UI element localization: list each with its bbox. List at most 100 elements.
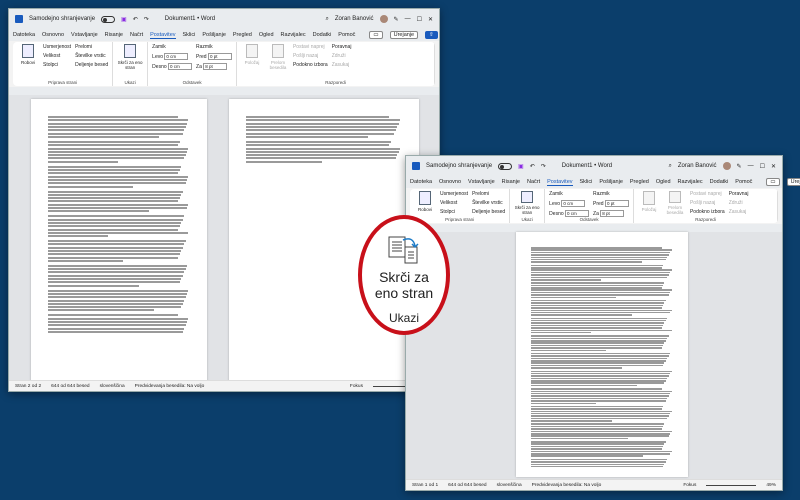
indent-right-input[interactable]: 0 cm xyxy=(168,63,193,70)
zoom-level[interactable]: 49% xyxy=(766,483,776,488)
word-count[interactable]: 644 od 644 besed xyxy=(448,483,486,488)
tab-12[interactable]: Pomoč xyxy=(338,32,355,39)
spacing-before-input[interactable]: 0 pt xyxy=(207,53,232,60)
share-button[interactable]: ⇧ xyxy=(425,31,438,39)
tab-9[interactable]: Ogled xyxy=(259,32,274,39)
spacing-after-input[interactable]: 8 pt xyxy=(203,63,228,70)
tab-7[interactable]: Pošiljanje xyxy=(599,179,623,186)
autosave-toggle[interactable] xyxy=(498,162,513,170)
close-button[interactable]: ✕ xyxy=(771,163,776,170)
hyphenation-button[interactable]: Deljenje besed xyxy=(472,209,505,215)
tab-11[interactable]: Dodatki xyxy=(710,179,729,186)
align-button[interactable]: Poravnaj xyxy=(729,191,749,197)
send-backward-button[interactable]: Pošlji nazaj xyxy=(690,200,725,206)
tab-4[interactable]: Načrt xyxy=(527,179,540,186)
position-button[interactable]: Položaj xyxy=(638,191,660,215)
undo-icon[interactable]: ↶ xyxy=(133,16,138,23)
indent-right-input[interactable]: 0 cm xyxy=(565,210,590,217)
spacing-after-input[interactable]: 8 pt xyxy=(600,210,625,217)
tab-3[interactable]: Risanje xyxy=(105,32,123,39)
breaks-button[interactable]: Prelomi xyxy=(472,191,505,197)
editing-button[interactable]: Urejanje xyxy=(786,178,800,186)
line-numbers-button[interactable]: Številke vrstic xyxy=(75,53,108,59)
selection-pane-button[interactable]: Podokno izbora xyxy=(293,62,328,68)
tab-6[interactable]: Sklici xyxy=(580,179,593,186)
word-count[interactable]: 644 od 644 besed xyxy=(51,384,89,389)
send-backward-button[interactable]: Pošlji nazaj xyxy=(293,53,328,59)
line-numbers-button[interactable]: Številke vrstic xyxy=(472,200,505,206)
group-button[interactable]: Združi xyxy=(332,53,352,59)
tab-2[interactable]: Vstavljanje xyxy=(468,179,495,186)
language[interactable]: slovenščina xyxy=(497,483,522,488)
page-count[interactable]: Stran 1 od 1 xyxy=(412,483,438,488)
search-icon[interactable]: ⌕ xyxy=(325,16,328,23)
tab-1[interactable]: Osnovno xyxy=(42,32,64,39)
bring-forward-button[interactable]: Postavi naprej xyxy=(293,44,328,50)
tab-8[interactable]: Pregled xyxy=(233,32,252,39)
editing-button[interactable]: Urejanje xyxy=(389,31,419,39)
position-button[interactable]: Položaj xyxy=(241,44,263,78)
tab-6[interactable]: Sklici xyxy=(183,32,196,39)
hyphenation-button[interactable]: Deljenje besed xyxy=(75,62,108,68)
orientation-button[interactable]: Usmerjenost xyxy=(43,44,71,50)
pen-icon[interactable]: ✎ xyxy=(394,16,399,23)
minimize-button[interactable]: — xyxy=(748,163,754,169)
comments-button[interactable]: ▭ xyxy=(766,178,780,186)
tab-12[interactable]: Pomoč xyxy=(735,179,752,186)
tab-4[interactable]: Načrt xyxy=(130,32,143,39)
language[interactable]: slovenščina xyxy=(100,384,125,389)
tab-10[interactable]: Razvijalec xyxy=(678,179,703,186)
size-button[interactable]: Velikost xyxy=(440,200,468,206)
breaks-button[interactable]: Prelomi xyxy=(75,44,108,50)
tab-8[interactable]: Pregled xyxy=(630,179,649,186)
tab-11[interactable]: Dodatki xyxy=(313,32,332,39)
close-button[interactable]: ✕ xyxy=(428,16,433,23)
columns-button[interactable]: Stolpci xyxy=(440,209,468,215)
zoom-slider[interactable] xyxy=(706,484,757,486)
avatar[interactable] xyxy=(722,162,731,170)
text-predictions[interactable]: Predvidevanja besedila: Na voljo xyxy=(532,483,602,488)
align-button[interactable]: Poravnaj xyxy=(332,44,352,50)
tab-5[interactable]: Postavitev xyxy=(547,179,573,186)
avatar[interactable] xyxy=(379,15,388,23)
tab-0[interactable]: Datoteka xyxy=(410,179,432,186)
tab-2[interactable]: Vstavljanje xyxy=(71,32,98,39)
redo-icon[interactable]: ↷ xyxy=(144,16,149,23)
margins-button[interactable]: Robovi xyxy=(414,191,436,215)
undo-icon[interactable]: ↶ xyxy=(530,163,535,170)
ruler[interactable] xyxy=(9,87,439,95)
wrap-text-button[interactable]: Prelom besedila xyxy=(664,191,686,215)
minimize-button[interactable]: — xyxy=(405,16,411,22)
orientation-button[interactable]: Usmerjenost xyxy=(440,191,468,197)
tab-10[interactable]: Razvijalec xyxy=(281,32,306,39)
bring-forward-button[interactable]: Postavi naprej xyxy=(690,191,725,197)
tab-9[interactable]: Ogled xyxy=(656,179,671,186)
tab-1[interactable]: Osnovno xyxy=(439,179,461,186)
focus-button[interactable]: Fokus xyxy=(683,483,696,488)
tab-5[interactable]: Postavitev xyxy=(150,32,176,39)
redo-icon[interactable]: ↷ xyxy=(541,163,546,170)
rotate-button[interactable]: Zasukaj xyxy=(729,209,749,215)
size-button[interactable]: Velikost xyxy=(43,53,71,59)
tab-3[interactable]: Risanje xyxy=(502,179,520,186)
margins-button[interactable]: Robovi xyxy=(17,44,39,78)
rotate-button[interactable]: Zasukaj xyxy=(332,62,352,68)
indent-left-input[interactable]: 0 cm xyxy=(164,53,189,60)
maximize-button[interactable]: ☐ xyxy=(760,163,765,170)
tab-0[interactable]: Datoteka xyxy=(13,32,35,39)
maximize-button[interactable]: ☐ xyxy=(417,16,422,23)
comments-button[interactable]: ▭ xyxy=(369,31,383,39)
group-button[interactable]: Združi xyxy=(729,200,749,206)
selection-pane-button[interactable]: Podokno izbora xyxy=(690,209,725,215)
shrink-one-page-button[interactable]: Skrči za eno stran xyxy=(514,191,540,215)
wrap-text-button[interactable]: Prelom besedila xyxy=(267,44,289,78)
text-predictions[interactable]: Predvidevanja besedila: Na voljo xyxy=(135,384,205,389)
tab-7[interactable]: Pošiljanje xyxy=(202,32,226,39)
pen-icon[interactable]: ✎ xyxy=(737,163,742,170)
indent-left-input[interactable]: 0 cm xyxy=(561,200,586,207)
save-icon[interactable]: ▣ xyxy=(518,163,524,170)
ruler[interactable] xyxy=(406,224,782,232)
save-icon[interactable]: ▣ xyxy=(121,16,127,23)
spacing-before-input[interactable]: 0 pt xyxy=(604,200,629,207)
shrink-one-page-button[interactable]: Skrči za eno stran xyxy=(117,44,143,78)
